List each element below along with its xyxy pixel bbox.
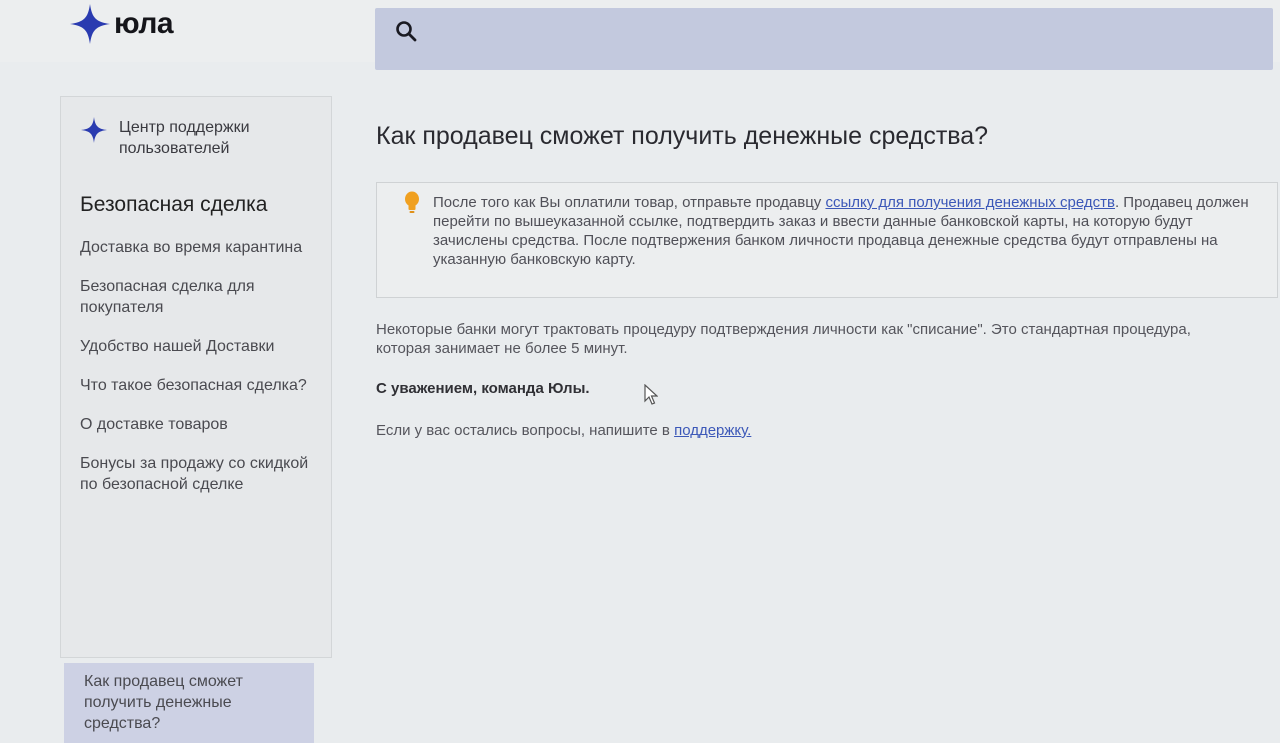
note-text: Некоторые банки могут трактовать процеду… [376,321,1191,357]
contact-line: Если у вас остались вопросы, напишите в … [376,422,751,439]
search-icon[interactable] [395,20,417,42]
cursor-icon [644,384,658,405]
info-text-start: После того как Вы оплатили товар, отправ… [433,194,826,211]
support-center-link[interactable]: Центр поддержки пользователей [81,117,321,159]
sidebar-nav: Доставка во время карантина Безопасная с… [64,237,314,743]
contact-prefix: Если у вас остались вопросы, напишите в [376,422,675,439]
sidebar-item-discount-bonuses[interactable]: Бонусы за продажу со скидкой по безопасн… [80,453,310,495]
sidebar-item-what-is-safe-deal[interactable]: Что такое безопасная сделка? [80,375,310,396]
logo-text: юла [114,7,174,40]
sidebar-item-seller-receive-funds[interactable]: Как продавец сможет получить денежные ср… [64,663,314,743]
main-content: Как продавец сможет получить денежные ср… [376,100,1278,439]
regards-text: С уважением, команда Юлы. [376,380,590,397]
sidebar: Центр поддержки пользователей Безопасная… [60,96,332,743]
logo-star-icon [70,4,110,44]
search-input[interactable] [431,14,1255,48]
search-bar[interactable] [375,8,1273,70]
sidebar-item-delivery-quarantine[interactable]: Доставка во время карантина [80,237,310,258]
support-center-label: Центр поддержки пользователей [119,119,250,157]
logo[interactable]: юла [70,2,174,46]
support-link[interactable]: поддержку. [674,422,751,439]
sidebar-item-delivery-convenience[interactable]: Удобство нашей Доставки [80,336,310,357]
info-box: После того как Вы оплатили товар, отправ… [376,182,1278,298]
header: юла [0,0,1280,70]
funds-link[interactable]: ссылку для получения денежных средств [825,194,1115,211]
section-title: Безопасная сделка [80,193,268,216]
lightbulb-icon [405,191,419,213]
sidebar-item-goods-delivery[interactable]: О доставке товаров [80,414,310,435]
page-title: Как продавец сможет получить денежные ср… [376,122,989,150]
info-text: После того как Вы оплатили товар, отправ… [433,193,1253,269]
sidebar-item-safe-deal-buyer[interactable]: Безопасная сделка для покупателя [80,276,310,318]
support-star-icon [81,117,107,143]
